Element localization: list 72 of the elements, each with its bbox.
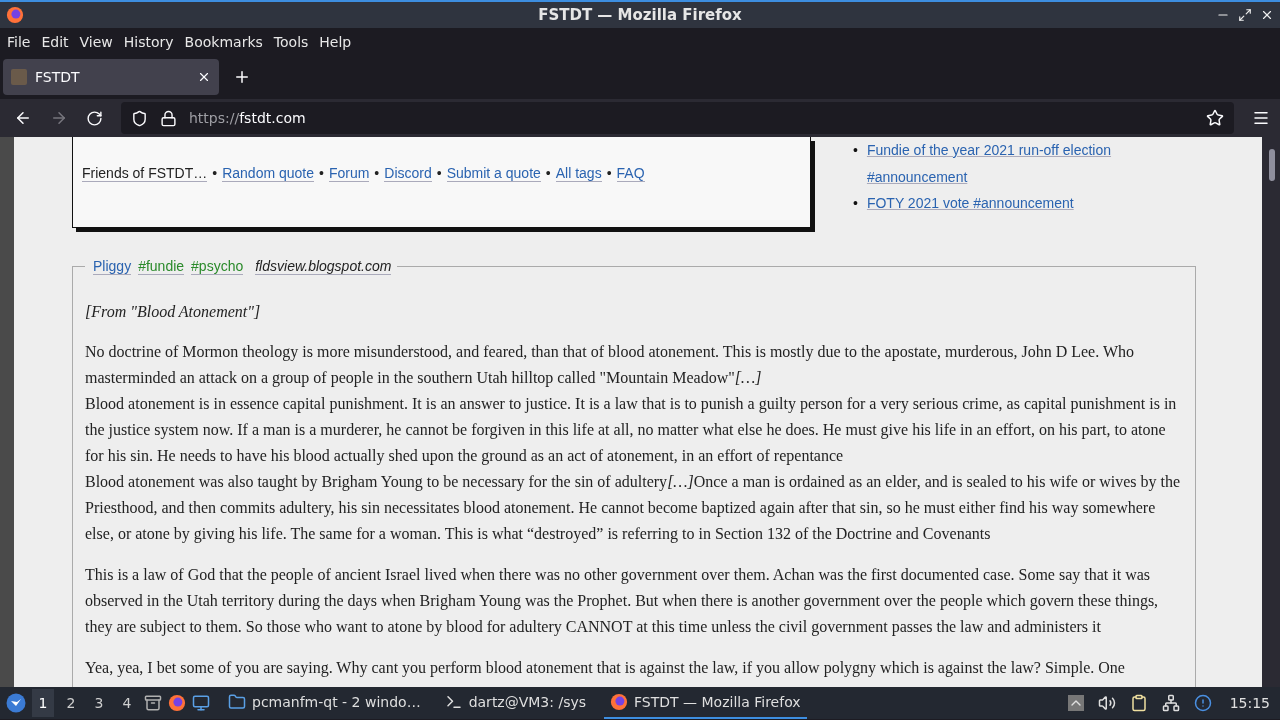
window-title: FSTDT — Mozilla Firefox xyxy=(537,6,743,24)
firefox-logo-icon[interactable] xyxy=(168,694,186,712)
close-icon xyxy=(1260,8,1274,22)
quote-paragraph: Blood atonement was also taught by Brigham Young to be necessary for the sin of adultery[…]Once a man is ordained as an elder, and is sealed to his wife or wives by the Priesthood, and then commits adultery, his sin necessitates blood atonement. He cannot become baptized again after that sin, so he must either find his way somewhere else, or atone by giving his life. The same for a woman. This is what “destroyed” is referring to in Section 132 of the Doctrine and Covenants xyxy=(85,472,1182,545)
lock-icon xyxy=(160,109,177,127)
workspace-button[interactable]: 1 xyxy=(32,689,54,717)
new-tab-button[interactable] xyxy=(233,68,251,86)
menu-item[interactable]: Edit xyxy=(36,33,74,50)
file-cabinet-icon[interactable] xyxy=(144,694,162,712)
nav-link[interactable]: FAQ xyxy=(616,165,645,182)
quote-paragraph: Blood atonement is in essence capital punishment. It is an answer to justice. It is a law that is to punish a guilty person for a very serious crime, as capital punishment is in the justice system now. If a man is a murderer, he cannot be forgiven in this life at all, no matter what else he does. He must give his life in an effort, on his part, to atone for his sin. He needs to have his blood actually shed upon the ground as an act of atonement, in an effort of repentance xyxy=(85,394,1178,467)
menu-button[interactable] xyxy=(1252,109,1270,127)
maximize-button[interactable] xyxy=(1238,8,1252,22)
nav-label: Friends of FSTDT… xyxy=(82,165,208,182)
desktop-icon[interactable] xyxy=(192,694,210,712)
shield-icon xyxy=(131,109,148,127)
announcement-link[interactable]: Fundie of the year 2021 run-off election #announcement xyxy=(866,137,1153,190)
nav-link[interactable]: All tags xyxy=(555,165,602,182)
scrollbar[interactable] xyxy=(1262,137,1280,687)
volume-icon[interactable] xyxy=(1097,694,1116,712)
quote-paragraph: Yea, yea, I bet some of you are saying. Why cant you perform blood atonement that is against the law, if you allow polygny which is against the law? Simple. One xyxy=(85,658,1126,679)
firefox-logo-icon xyxy=(6,6,24,24)
maximize-icon xyxy=(1238,8,1252,22)
separator-dot: • xyxy=(212,165,218,181)
tag-link[interactable]: #psycho xyxy=(191,258,244,275)
menu-item[interactable]: View xyxy=(74,33,118,50)
separator-dot: • xyxy=(319,165,324,181)
author-link[interactable]: Pliggy xyxy=(93,258,132,275)
bookmark-star-icon xyxy=(1206,109,1224,127)
separator-dot: • xyxy=(545,165,551,181)
tray-expand-icon[interactable] xyxy=(1067,695,1084,711)
site-favicon-icon xyxy=(11,69,27,85)
menu-item[interactable]: History xyxy=(118,33,179,50)
browser-tab[interactable]: FSTDT xyxy=(3,59,219,95)
taskbar-task[interactable]: dartz@VM3: /sys xyxy=(438,687,593,719)
firefox-logo-icon xyxy=(610,693,629,711)
close-button[interactable] xyxy=(1260,8,1274,22)
nav-link[interactable]: Forum xyxy=(328,165,370,182)
back-button[interactable] xyxy=(14,109,32,127)
nav-link[interactable]: Random quote xyxy=(222,165,314,182)
quote-paragraph: [From "Blood Atonement"] xyxy=(85,302,262,322)
list-bullet: • xyxy=(853,141,858,160)
nav-link[interactable]: Submit a quote xyxy=(446,165,541,182)
quote-paragraph: No doctrine of Mormon theology is more misunderstood, and feared, than that of blood atonement. This is mostly due to the apostate, murderous, John D Lee. Who masterminded an attack on a group of people in the southern Utah hilltop called "Mountain Meadow"[…] xyxy=(85,342,1135,389)
reload-button[interactable] xyxy=(86,109,103,127)
taskbar-task[interactable]: FSTDT — Mozilla Firefox xyxy=(604,687,807,719)
separator-dot: • xyxy=(436,165,442,181)
source-text: fldsview.blogspot.com xyxy=(255,258,392,275)
separator-dot: • xyxy=(374,165,380,181)
address-field[interactable]: https://fstdt.com xyxy=(121,102,1234,134)
folder-icon xyxy=(228,693,246,711)
menu-item[interactable]: Tools xyxy=(268,33,314,50)
tag-link[interactable]: #fundie xyxy=(138,258,185,275)
workspace-button[interactable]: 3 xyxy=(88,689,110,717)
announcement-link[interactable]: FOTY 2021 vote #announcement xyxy=(866,190,1074,217)
workspace-button[interactable]: 4 xyxy=(116,689,138,717)
taskbar-task[interactable]: pcmanfm-qt - 2 windo… xyxy=(222,687,427,719)
quote-paragraph: This is a law of God that the people of ancient Israel lived when there was no other government over them. Achan was the first documented case. Some say that it was observed in the Utah territory during the days when Brigham Young was the Prophet. But when there is another government over the people which govern these things, they are subject to them. So those who want to atone by blood for adultery CANNOT at this time unless the civil government passes the law and administers it xyxy=(85,565,1160,638)
workspace-button[interactable]: 2 xyxy=(60,689,82,717)
clock: 15:15 xyxy=(1228,695,1271,711)
clipboard-icon[interactable] xyxy=(1129,694,1148,712)
terminal-icon xyxy=(444,693,463,711)
notification-icon[interactable] xyxy=(1193,694,1212,712)
list-bullet: • xyxy=(853,194,858,213)
menu-item[interactable]: Help xyxy=(314,33,357,50)
nav-link[interactable]: Discord xyxy=(384,165,432,182)
menu-item[interactable]: Bookmarks xyxy=(179,33,268,50)
menu-item[interactable]: File xyxy=(2,33,36,50)
network-icon[interactable] xyxy=(1161,694,1180,712)
close-icon xyxy=(197,70,211,84)
separator-dot: • xyxy=(606,165,612,181)
forward-button[interactable] xyxy=(50,109,68,127)
